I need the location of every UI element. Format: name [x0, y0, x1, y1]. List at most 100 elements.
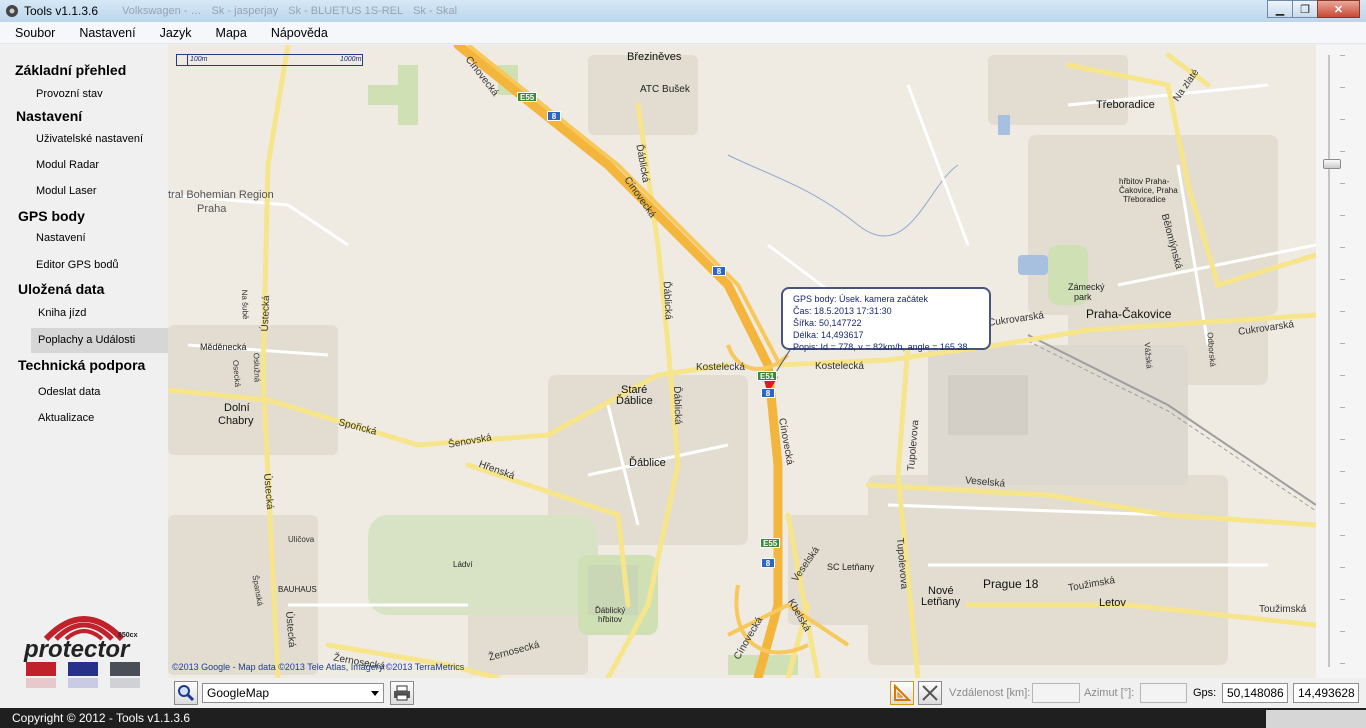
menu-bar: Soubor Nastavení Jazyk Mapa Nápověda [0, 22, 1366, 44]
section-ulozena-data[interactable]: Uložená data [18, 281, 104, 297]
label-central-bohemian: tral Bohemian Region [168, 189, 274, 201]
printer-icon [394, 685, 410, 701]
print-button[interactable] [390, 681, 414, 705]
zoom-tick [1340, 599, 1345, 600]
zoom-tick [1340, 375, 1345, 376]
zoom-tick [1340, 567, 1345, 568]
sidebar-item-gps-nastaveni[interactable]: Nastavení [36, 232, 86, 244]
distance-field[interactable] [1032, 683, 1080, 703]
popup-title: GPS body: Úsek. kamera začátek [793, 294, 929, 304]
close-button[interactable]: ✕ [1317, 0, 1360, 18]
zoom-tick [1340, 87, 1345, 88]
label-hrbitov: hřbitov [598, 615, 623, 624]
clear-measure-button[interactable] [918, 681, 942, 705]
sidebar-item-editor-gps-bodu[interactable]: Editor GPS bodů [36, 259, 119, 271]
magnifier-icon [178, 685, 195, 702]
zoom-tick [1340, 503, 1345, 504]
e55-shield: E55 [760, 538, 781, 548]
background-tabs: Volkswagen - … Sk - jasperjay Sk - BLUET… [122, 5, 457, 17]
zoom-slider-thumb[interactable] [1323, 159, 1341, 169]
ghost-tab: Volkswagen - … [122, 5, 202, 17]
map-scale-bar: 100m 1000m [176, 54, 363, 66]
zoom-slider-track[interactable] [1328, 55, 1330, 667]
gps-longitude-field[interactable]: 14,493628 [1293, 683, 1359, 703]
label-hrbitov-treboradice: Třeboradice [1123, 195, 1166, 204]
menu-nastaveni[interactable]: Nastavení [70, 26, 144, 40]
label-dablice: Ďáblice [629, 457, 666, 469]
zoom-tick [1340, 663, 1345, 664]
menu-jazyk[interactable]: Jazyk [151, 26, 201, 40]
label-letnany: Letňany [921, 596, 961, 608]
cross-icon [922, 685, 938, 701]
label-praha: Praha [197, 203, 227, 215]
window-title: Tools v1.1.3.6 [24, 4, 99, 18]
map-source-select[interactable]: GoogleMap [202, 683, 384, 703]
label-prague-18: Prague 18 [983, 577, 1039, 591]
label-dolni: Dolní [224, 402, 250, 414]
label-zamecky: Zámecký [1068, 282, 1105, 292]
zoom-search-button[interactable] [174, 681, 198, 705]
zoom-tick [1340, 55, 1345, 56]
road-na-sube: Na šubě [239, 289, 250, 320]
label-bauhaus: BAUHAUS [278, 585, 317, 594]
zoom-tick [1340, 471, 1345, 472]
label-brezineves: Březiněves [627, 51, 682, 63]
sidebar-item-kniha-jizd[interactable]: Kniha jízd [38, 307, 86, 319]
sidebar: Základní přehled Provozní stav Nastavení… [0, 45, 168, 688]
measure-button[interactable] [890, 681, 914, 705]
road-osluzna: Oslužná [251, 352, 262, 383]
menu-soubor[interactable]: Soubor [6, 26, 64, 40]
gps-latitude-field[interactable]: 50,148086 [1222, 683, 1288, 703]
label-park: park [1074, 292, 1092, 302]
d8-shield: 8 [761, 558, 775, 568]
gps-label: Gps: [1193, 687, 1217, 699]
zoom-tick [1340, 535, 1345, 536]
label-chabry: Chabry [218, 415, 254, 427]
azimuth-label: Azimut [°]: [1084, 687, 1135, 699]
maximize-button[interactable]: ❐ [1292, 0, 1318, 18]
menu-mapa[interactable]: Mapa [207, 26, 256, 40]
ghost-tab: Sk - jasperjay [211, 5, 279, 17]
sidebar-item-modul-radar[interactable]: Modul Radar [36, 159, 99, 171]
label-hrbitov-cakovice: Čakovice, Praha [1119, 186, 1178, 195]
ghost-tab: Sk - BLUETUS 1S-REL [288, 5, 404, 17]
road-ulicova: Uličova [288, 535, 315, 544]
sidebar-item-uzivatelske-nastaveni[interactable]: Uživatelské nastavení [36, 133, 143, 145]
e55-shield: E55 [517, 92, 538, 102]
road-touzimska: Toužimská [1259, 604, 1307, 615]
sidebar-item-poplachy-a-udalosti[interactable]: Poplachy a Události [31, 328, 168, 353]
chevron-down-icon [371, 691, 379, 696]
protector-logo: protector 850cx [22, 605, 146, 715]
popup-longitude: Délka: 14,493617 [793, 330, 864, 340]
status-bar: Copyright © 2012 - Tools v1.1.3.6 [0, 708, 1366, 728]
zoom-ticks [1340, 55, 1346, 667]
sidebar-item-provozni-stav[interactable]: Provozní stav [36, 88, 103, 100]
sidebar-item-aktualizace[interactable]: Aktualizace [38, 412, 94, 424]
d8-shield: 8 [761, 388, 775, 398]
azimuth-field[interactable] [1140, 683, 1187, 703]
map-view[interactable]: 100m 1000m E55 8 8 E51 8 E55 8 Březiněve… [168, 45, 1316, 678]
road-dablicka: Ďáblická [660, 281, 674, 320]
sidebar-item-odeslat-data[interactable]: Odeslat data [38, 386, 100, 398]
section-technicka-podpora[interactable]: Technická podpora [18, 357, 145, 373]
d8-shield: 8 [712, 266, 726, 276]
zoom-tick [1340, 215, 1345, 216]
zoom-tick [1340, 407, 1345, 408]
label-letov: Letov [1099, 597, 1126, 609]
zoom-tick [1340, 343, 1345, 344]
label-stare-dablice: Ďáblice [616, 395, 653, 407]
sidebar-item-modul-laser[interactable]: Modul Laser [36, 185, 97, 197]
menu-napoveda[interactable]: Nápověda [262, 26, 337, 40]
status-copyright: Copyright © 2012 - Tools v1.1.3.6 [12, 711, 191, 725]
section-gps-body[interactable]: GPS body [18, 208, 85, 224]
label-sc-letnany: SC Letňany [827, 562, 875, 572]
title-bar: Tools v1.1.3.6 Volkswagen - … Sk - jaspe… [0, 0, 1366, 22]
zoom-tick [1340, 631, 1345, 632]
section-nastaveni[interactable]: Nastavení [16, 108, 82, 124]
label-ladvi: Ládví [453, 560, 473, 569]
popup-time: Čas: 18.5.2013 17:31:30 [793, 306, 892, 316]
minimize-button[interactable]: ▁ [1267, 0, 1293, 18]
section-zakladni-prehled[interactable]: Základní přehled [15, 62, 126, 78]
road-ustecka: Ústecká [259, 295, 273, 332]
ghost-tab: Sk - Skal [413, 5, 458, 17]
